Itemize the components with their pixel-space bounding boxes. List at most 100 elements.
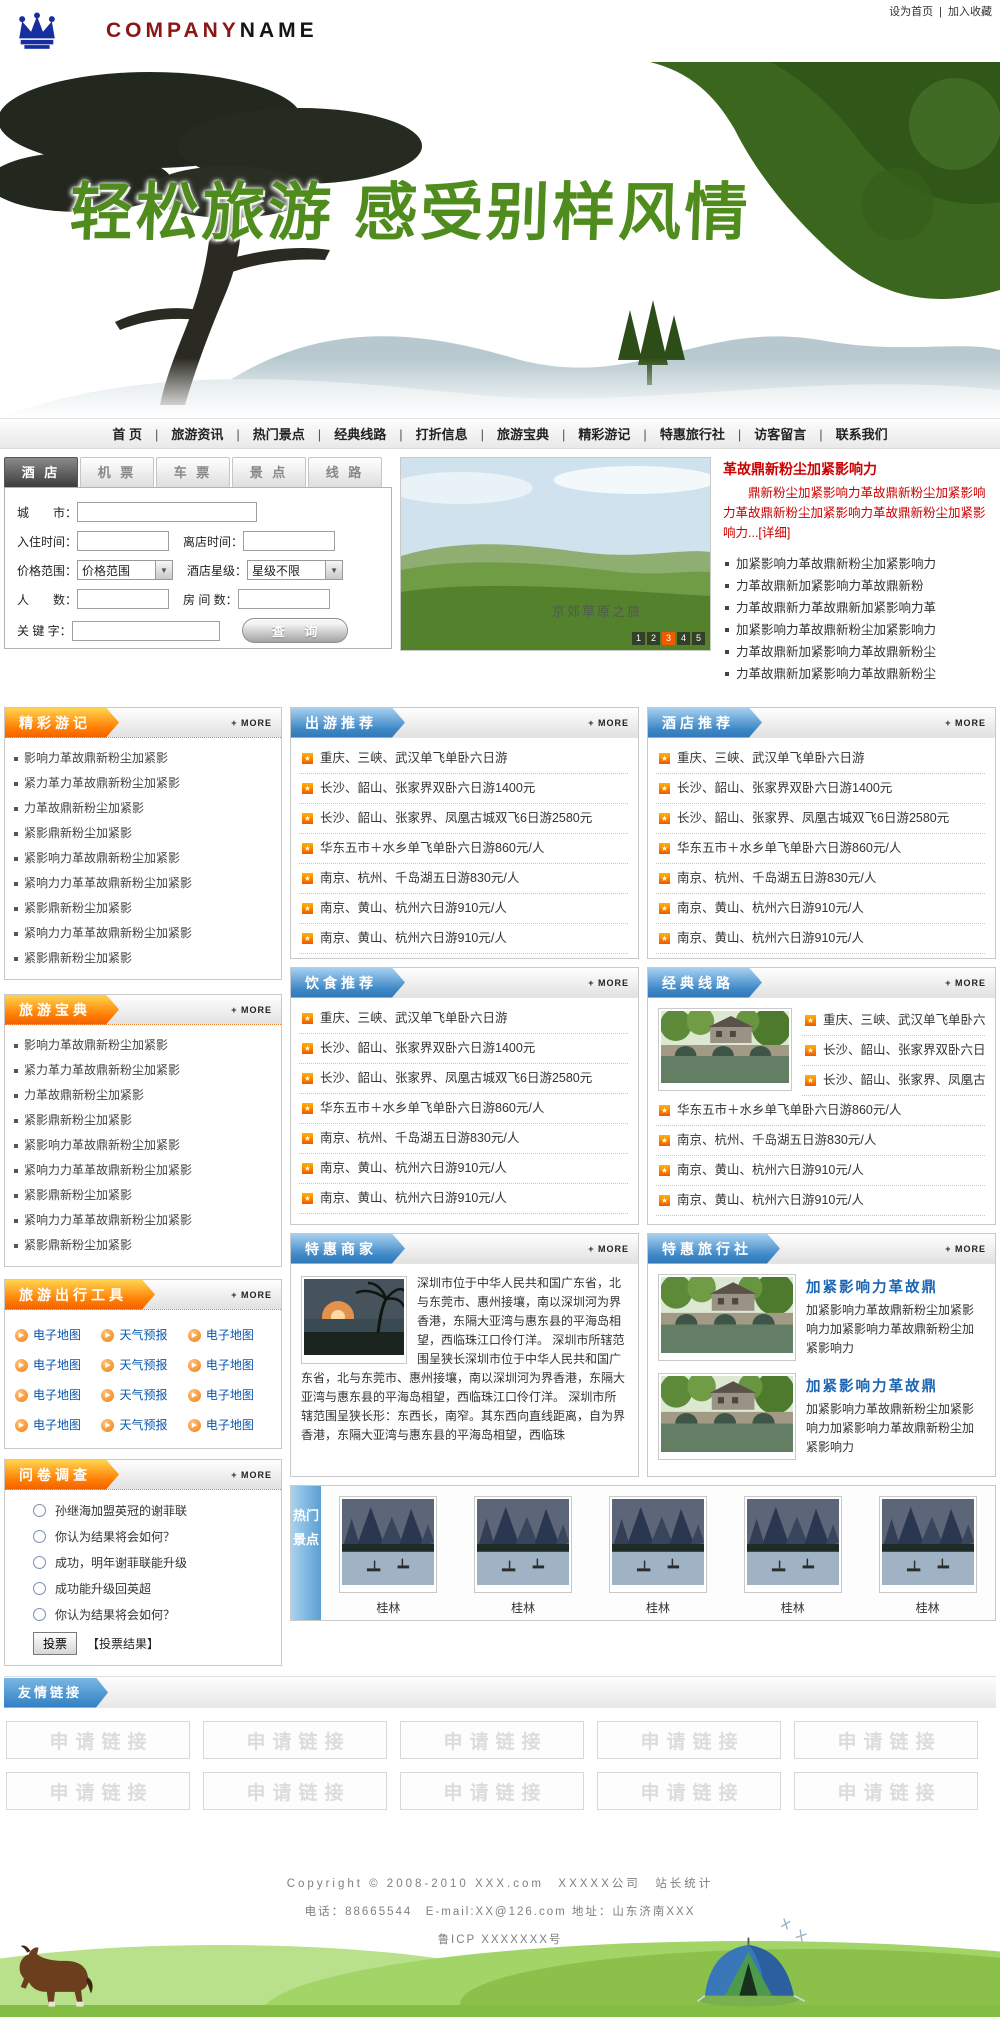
travel-notes-item[interactable]: 紧影响力革故鼎新粉尘加紧影: [9, 846, 275, 871]
tool-link[interactable]: ▶电子地图: [188, 1380, 274, 1410]
news-detail-link[interactable]: [详细]: [758, 526, 790, 540]
route-item[interactable]: ★南京、黄山、杭州六日游910元/人: [299, 1154, 628, 1184]
route-item[interactable]: ★华东五市＋水乡单飞单卧六日游860元/人: [299, 834, 628, 864]
route-item[interactable]: ★长沙、韶山、张家界双卧六日游1400元: [656, 774, 985, 804]
nav-item[interactable]: 联系我们: [806, 424, 887, 443]
route-item[interactable]: ★长沙、韶山、张家界、凤凰古城双飞6日游2580元: [299, 804, 628, 834]
tool-link[interactable]: ▶天气预报: [101, 1320, 187, 1350]
hotel-more-link[interactable]: + MORE: [945, 718, 995, 728]
route-item[interactable]: ★南京、黄山、杭州六日游910元/人: [299, 1184, 628, 1214]
friend-link-placeholder[interactable]: 申请链接: [597, 1721, 781, 1759]
tool-link[interactable]: ▶电子地图: [15, 1320, 101, 1350]
news-list-item[interactable]: 加紧影响力革故鼎新粉尘加紧影响力: [723, 619, 994, 641]
route-item[interactable]: ★南京、杭州、千岛湖五日游830元/人: [656, 1126, 985, 1156]
friend-link-placeholder[interactable]: 申请链接: [400, 1772, 584, 1810]
route-item[interactable]: ★重庆、三峡、武汉单飞单卧六日游: [299, 744, 628, 774]
route-item[interactable]: ★华东五市＋水乡单飞单卧六日游860元/人: [299, 1094, 628, 1124]
tool-link[interactable]: ▶电子地图: [188, 1350, 274, 1380]
route-item[interactable]: ★南京、黄山、杭州六日游910元/人: [299, 924, 628, 954]
tool-link[interactable]: ▶电子地图: [15, 1350, 101, 1380]
route-item[interactable]: ★南京、杭州、千岛湖五日游830元/人: [299, 1124, 628, 1154]
survey-option[interactable]: 你认为结果将会如何？: [33, 1606, 273, 1623]
friend-link-placeholder[interactable]: 申请链接: [400, 1721, 584, 1759]
tool-link[interactable]: ▶电子地图: [15, 1380, 101, 1410]
star-select[interactable]: 星级不限 ▼: [247, 560, 343, 580]
route-item[interactable]: ★重庆、三峡、武汉单飞单卧六日游: [299, 1004, 628, 1034]
travel-guide-item[interactable]: 紧影鼎新粉尘加紧影: [9, 1183, 275, 1208]
survey-option[interactable]: 成功，明年谢菲联能升级: [33, 1554, 273, 1571]
hot-spot-card[interactable]: 桂林: [744, 1496, 842, 1616]
route-item[interactable]: ★南京、黄山、杭州六日游910元/人: [299, 894, 628, 924]
friend-link-placeholder[interactable]: 申请链接: [6, 1721, 190, 1759]
merchant-photo[interactable]: [301, 1276, 407, 1364]
radio-button-icon[interactable]: [33, 1608, 46, 1621]
checkout-input[interactable]: [243, 531, 335, 551]
survey-option[interactable]: 你认为结果将会如何？: [33, 1528, 273, 1545]
travel-notes-item[interactable]: 力革故鼎新粉尘加紧影: [9, 796, 275, 821]
route-item[interactable]: ★南京、黄山、杭州六日游910元/人: [656, 894, 985, 924]
route-item[interactable]: ★长沙、韶山、张家界双卧六日游1400元: [299, 1034, 628, 1064]
travel-guide-more-link[interactable]: + MORE: [231, 1005, 281, 1015]
nav-item[interactable]: 经典线路: [305, 424, 386, 443]
top-link[interactable]: 加入收藏: [933, 3, 992, 19]
friend-link-placeholder[interactable]: 申请链接: [6, 1772, 190, 1810]
route-item[interactable]: ★华东五市＋水乡单飞单卧六日游860元/人: [656, 1096, 985, 1126]
classic-routes-more-link[interactable]: + MORE: [945, 978, 995, 988]
nav-item[interactable]: 旅游资讯: [142, 424, 223, 443]
nav-item[interactable]: 精彩游记: [549, 424, 630, 443]
travel-notes-item[interactable]: 紧响力力革革故鼎新粉尘加紧影: [9, 921, 275, 946]
tool-link[interactable]: ▶天气预报: [101, 1380, 187, 1410]
radio-button-icon[interactable]: [33, 1556, 46, 1569]
food-more-link[interactable]: + MORE: [588, 978, 638, 988]
agency-entry-title[interactable]: 加紧影响力革故鼎: [806, 1375, 985, 1396]
search-submit-button[interactable]: 查 询: [242, 618, 348, 643]
hot-spot-card[interactable]: 桂林: [879, 1496, 977, 1616]
nav-item[interactable]: 访客留言: [725, 424, 806, 443]
friend-link-placeholder[interactable]: 申请链接: [794, 1772, 978, 1810]
agency-photo[interactable]: [658, 1373, 796, 1460]
nav-item[interactable]: 旅游宝典: [468, 424, 549, 443]
checkin-input[interactable]: [77, 531, 169, 551]
route-item[interactable]: ★长沙、韶山、张家界、凤凰古城双飞6日游2580元: [802, 1066, 985, 1096]
news-list-item[interactable]: 力革故鼎新加紧影响力革故鼎新粉: [723, 575, 994, 597]
radio-button-icon[interactable]: [33, 1504, 46, 1517]
route-item[interactable]: ★南京、杭州、千岛湖五日游830元/人: [656, 864, 985, 894]
travel-guide-item[interactable]: 紧影鼎新粉尘加紧影: [9, 1233, 275, 1258]
travel-notes-item[interactable]: 紧影鼎新粉尘加紧影: [9, 896, 275, 921]
route-item[interactable]: ★南京、杭州、千岛湖五日游830元/人: [299, 864, 628, 894]
hot-spot-card[interactable]: 桂林: [609, 1496, 707, 1616]
price-select[interactable]: 价格范围 ▼: [77, 560, 173, 580]
vote-result-link[interactable]: 【投票结果】: [87, 1635, 159, 1652]
route-item[interactable]: ★长沙、韶山、张家界双卧六日游1400元: [802, 1036, 985, 1066]
booking-tab[interactable]: 线 路: [308, 457, 382, 487]
travel-notes-item[interactable]: 影响力革故鼎新粉尘加紧影: [9, 746, 275, 771]
tool-link[interactable]: ▶天气预报: [101, 1350, 187, 1380]
travel-guide-item[interactable]: 力革故鼎新粉尘加紧影: [9, 1083, 275, 1108]
travel-guide-item[interactable]: 紧响力力革革故鼎新粉尘加紧影: [9, 1158, 275, 1183]
vote-button[interactable]: 投票: [33, 1632, 77, 1655]
travel-guide-item[interactable]: 紧力革力革故鼎新粉尘加紧影: [9, 1058, 275, 1083]
agency-more-link[interactable]: + MORE: [945, 1244, 995, 1254]
travel-guide-item[interactable]: 紧影响力革故鼎新粉尘加紧影: [9, 1133, 275, 1158]
news-list-item[interactable]: 力革故鼎新力革故鼎新加紧影响力革: [723, 597, 994, 619]
hot-spot-card[interactable]: 桂林: [339, 1496, 437, 1616]
travel-notes-more-link[interactable]: + MORE: [231, 718, 281, 728]
travel-guide-item[interactable]: 紧影鼎新粉尘加紧影: [9, 1108, 275, 1133]
slideshow-page-button[interactable]: 5: [692, 632, 705, 645]
friend-link-placeholder[interactable]: 申请链接: [597, 1772, 781, 1810]
nav-item[interactable]: 特惠旅行社: [630, 424, 724, 443]
travel-notes-item[interactable]: 紧影鼎新粉尘加紧影: [9, 821, 275, 846]
friend-link-placeholder[interactable]: 申请链接: [794, 1721, 978, 1759]
radio-button-icon[interactable]: [33, 1582, 46, 1595]
classic-route-photo[interactable]: [658, 1008, 792, 1091]
friend-link-placeholder[interactable]: 申请链接: [203, 1721, 387, 1759]
travel-notes-item[interactable]: 紧力革力革故鼎新粉尘加紧影: [9, 771, 275, 796]
people-input[interactable]: [77, 589, 169, 609]
keyword-input[interactable]: [72, 621, 220, 641]
route-item[interactable]: ★长沙、韶山、张家界、凤凰古城双飞6日游2580元: [299, 1064, 628, 1094]
hot-spot-card[interactable]: 桂林: [474, 1496, 572, 1616]
friend-link-placeholder[interactable]: 申请链接: [203, 1772, 387, 1810]
agency-entry-title[interactable]: 加紧影响力革故鼎: [806, 1276, 985, 1297]
nav-item[interactable]: 热门景点: [223, 424, 304, 443]
survey-option[interactable]: 成功能升级回英超: [33, 1580, 273, 1597]
